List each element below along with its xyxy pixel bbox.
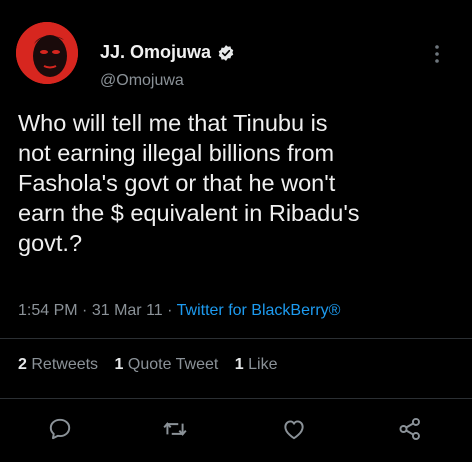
quotes-stat[interactable]: 1 Quote Tweet: [115, 356, 219, 373]
tweet-stats: 2 Retweets 1 Quote Tweet 1 Like: [18, 356, 289, 374]
retweet-icon[interactable]: [162, 416, 188, 442]
reply-icon[interactable]: [47, 416, 73, 442]
likes-label: Like: [248, 356, 278, 373]
verified-badge-icon: [218, 44, 234, 61]
likes-stat[interactable]: 1 Like: [235, 356, 278, 373]
quotes-label: Quote Tweet: [127, 356, 219, 373]
retweets-label: Retweets: [31, 356, 99, 373]
author-name[interactable]: JJ. Omojuwa: [100, 42, 211, 63]
tweet-date[interactable]: 31 Mar 11: [92, 302, 163, 319]
meta-separator: ·: [167, 302, 173, 319]
author-handle[interactable]: @Omojuwa: [100, 72, 184, 90]
retweets-stat[interactable]: 2 Retweets: [18, 356, 98, 373]
like-icon[interactable]: [281, 416, 307, 442]
tweet-text: Who will tell me that Tinubu is not earn…: [18, 110, 360, 256]
profile-avatar-image: [16, 22, 78, 84]
retweets-count: 2: [18, 356, 27, 373]
author-row: JJ. Omojuwa: [100, 42, 235, 63]
tweet-meta: 1:54 PM · 31 Mar 11 · Twitter for BlackB…: [18, 302, 340, 320]
avatar[interactable]: [16, 22, 78, 84]
tweet-time[interactable]: 1:54 PM: [18, 302, 78, 319]
divider: [0, 338, 472, 339]
share-icon[interactable]: [397, 416, 423, 442]
tweet-source[interactable]: Twitter for BlackBerry®: [177, 302, 341, 319]
quotes-count: 1: [114, 356, 124, 373]
likes-count: 1: [234, 356, 244, 373]
divider: [0, 398, 472, 399]
meta-separator: ·: [82, 302, 88, 319]
more-options-icon[interactable]: [434, 44, 440, 64]
action-bar: [0, 410, 472, 446]
